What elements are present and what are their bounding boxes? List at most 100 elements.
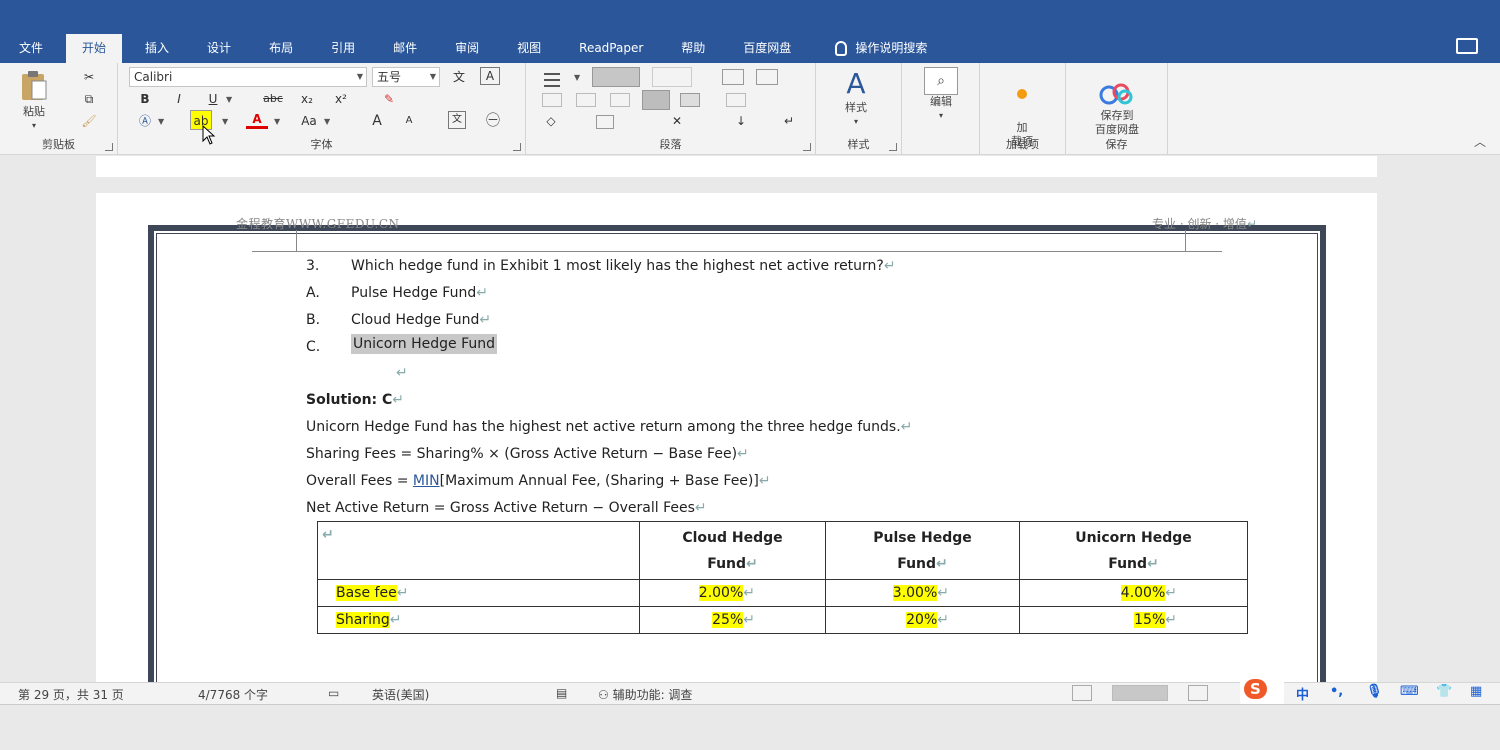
proofing-icon[interactable]: ▭ — [328, 686, 339, 700]
borders-icon[interactable] — [596, 115, 614, 129]
tab-design[interactable]: 设计 — [188, 34, 250, 63]
enclose-char-icon[interactable]: ㊀ — [482, 111, 504, 131]
tab-view[interactable]: 视图 — [498, 34, 560, 63]
table-header-cell[interactable]: Unicorn Hedge Fund↵ — [1019, 521, 1248, 580]
tab-readpaper[interactable]: ReadPaper — [560, 34, 662, 63]
align-right-icon[interactable] — [610, 93, 630, 107]
shading-icon[interactable]: ◇ — [540, 111, 562, 131]
font-size-combo[interactable]: 五号 ▼ — [372, 67, 440, 87]
chevron-down-icon[interactable]: ▼ — [158, 117, 164, 126]
editing-button[interactable]: ⌕ 编辑 ▾ — [916, 67, 966, 123]
tab-layout[interactable]: 布局 — [250, 34, 312, 63]
ime-lang-toggle[interactable]: 中 — [1296, 684, 1309, 703]
phonetic-guide-icon[interactable]: 文 — [448, 67, 470, 87]
tab-references[interactable]: 引用 — [312, 34, 374, 63]
font-launcher-icon[interactable] — [513, 143, 521, 151]
char-shading-icon[interactable]: 文 — [448, 111, 466, 129]
table-corner-cell[interactable]: ↵ — [317, 521, 640, 580]
skin-icon[interactable]: 👕 — [1436, 684, 1452, 699]
chinese-layout-icon[interactable]: ✕ — [666, 111, 688, 131]
table-cell[interactable]: 4.00%↵ — [1019, 579, 1248, 607]
table-cell[interactable]: 2.00%↵ — [639, 579, 826, 607]
solution-line-1[interactable]: Unicorn Hedge Fund has the highest net a… — [306, 419, 912, 435]
min-link[interactable]: MIN — [413, 473, 440, 489]
table-cell[interactable]: 25%↵ — [639, 606, 826, 634]
show-marks-icon[interactable]: ↵ — [778, 111, 800, 131]
multilevel-list-icon[interactable] — [652, 67, 692, 87]
chevron-down-icon[interactable]: ▼ — [226, 95, 232, 104]
option-a-text[interactable]: Pulse Hedge Fund↵ — [351, 285, 488, 301]
increase-indent-icon[interactable] — [756, 69, 778, 85]
page-count[interactable]: 第 29 页，共 31 页 — [18, 686, 124, 703]
read-mode-icon[interactable] — [1072, 685, 1092, 701]
tab-review[interactable]: 审阅 — [436, 34, 498, 63]
italic-button[interactable]: I — [168, 89, 190, 109]
option-b-text[interactable]: Cloud Hedge Fund↵ — [351, 312, 491, 328]
word-count[interactable]: 4/7768 个字 — [198, 686, 268, 703]
superscript-button[interactable]: x² — [330, 89, 352, 109]
language-status[interactable]: 英语(美国) — [372, 686, 429, 703]
tab-file[interactable]: 文件 — [0, 34, 62, 63]
align-left-icon[interactable] — [542, 93, 562, 107]
decrease-indent-icon[interactable] — [722, 69, 744, 85]
align-center-icon[interactable] — [576, 93, 596, 107]
sort-icon[interactable]: ↓ — [730, 111, 752, 131]
underline-button[interactable]: U — [202, 89, 224, 109]
scissors-icon[interactable]: ✂ — [78, 67, 100, 87]
paragraph-launcher-icon[interactable] — [803, 143, 811, 151]
paste-button[interactable]: 粘贴 ▾ — [14, 69, 54, 130]
chevron-down-icon[interactable]: ▼ — [574, 73, 580, 82]
numbering-icon[interactable] — [592, 67, 640, 87]
table-row-label[interactable]: Sharing↵ — [317, 606, 640, 634]
table-cell[interactable]: 15%↵ — [1019, 606, 1248, 634]
punctuation-icon[interactable]: •, — [1330, 684, 1343, 699]
chevron-down-icon[interactable]: ▼ — [274, 117, 280, 126]
tab-help[interactable]: 帮助 — [662, 34, 724, 63]
solution-line-2[interactable]: Sharing Fees = Sharing% × (Gross Active … — [306, 446, 749, 462]
tab-home[interactable]: 开始 — [66, 34, 123, 63]
collapse-ribbon-icon[interactable]: ︿ — [1474, 133, 1486, 150]
shrink-font-button[interactable]: A — [398, 111, 420, 131]
comments-icon[interactable] — [1456, 38, 1478, 54]
document-page[interactable]: 金程教育WWW.GFEDU.CN 专业 · 创新 · 增值↵ 3. Which … — [96, 193, 1377, 682]
fees-table[interactable]: ↵ Cloud Hedge Fund↵ Pulse Hedge Fund↵ Unic… — [317, 521, 1248, 634]
accessibility-status[interactable]: ⚇ 辅助功能: 调查 — [598, 686, 692, 703]
sogou-logo-icon[interactable]: S — [1244, 679, 1267, 699]
toolbox-icon[interactable]: ▦ — [1470, 684, 1482, 699]
line-spacing-icon[interactable] — [726, 93, 746, 107]
document-area[interactable]: 金程教育WWW.GFEDU.CN 专业 · 创新 · 增值↵ 3. Which … — [0, 156, 1500, 682]
change-case-button[interactable]: Aa — [298, 111, 320, 131]
table-header-cell[interactable]: Pulse Hedge Fund↵ — [825, 521, 1020, 580]
microphone-icon[interactable]: 🎙 — [1366, 684, 1383, 699]
text-effects-icon[interactable]: Ⓐ — [134, 111, 156, 131]
bold-button[interactable]: B — [134, 89, 156, 109]
table-cell[interactable]: 3.00%↵ — [825, 579, 1020, 607]
solution-line-4[interactable]: Net Active Return = Gross Active Return … — [306, 500, 707, 516]
tab-baidu-netdisk[interactable]: 百度网盘 — [724, 34, 810, 63]
solution-title[interactable]: Solution: C↵ — [306, 392, 404, 408]
styles-launcher-icon[interactable] — [889, 143, 897, 151]
web-layout-icon[interactable] — [1188, 685, 1208, 701]
table-row-label[interactable]: Base fee↵ — [317, 579, 640, 607]
table-cell[interactable]: 20%↵ — [825, 606, 1020, 634]
clipboard-launcher-icon[interactable] — [105, 143, 113, 151]
styles-button[interactable]: A 样式 ▾ — [826, 67, 886, 129]
subscript-button[interactable]: x₂ — [296, 89, 318, 109]
tab-insert[interactable]: 插入 — [126, 34, 188, 63]
tab-mailings[interactable]: 邮件 — [374, 34, 436, 63]
option-c-text[interactable]: Unicorn Hedge Fund — [351, 334, 498, 354]
strikethrough-button[interactable]: abc — [258, 89, 288, 109]
char-border-button[interactable]: A — [480, 67, 500, 85]
table-header-cell[interactable]: Cloud Hedge Fund↵ — [639, 521, 826, 580]
distributed-icon[interactable] — [680, 93, 700, 107]
question-text[interactable]: Which hedge fund in Exhibit 1 most likel… — [351, 258, 896, 274]
print-layout-icon[interactable] — [1112, 685, 1168, 701]
font-name-combo[interactable]: Calibri ▼ — [129, 67, 367, 87]
chevron-down-icon[interactable]: ▼ — [222, 117, 228, 126]
grow-font-button[interactable]: A — [366, 111, 388, 131]
format-painter-icon[interactable]: 🖌 — [78, 111, 100, 131]
tell-me-search[interactable]: 操作说明搜索 — [810, 34, 946, 63]
keyboard-icon[interactable]: ⌨ — [1400, 684, 1419, 699]
clear-formatting-icon[interactable]: ✎ — [378, 89, 400, 109]
track-icon[interactable]: ▤ — [556, 686, 567, 700]
